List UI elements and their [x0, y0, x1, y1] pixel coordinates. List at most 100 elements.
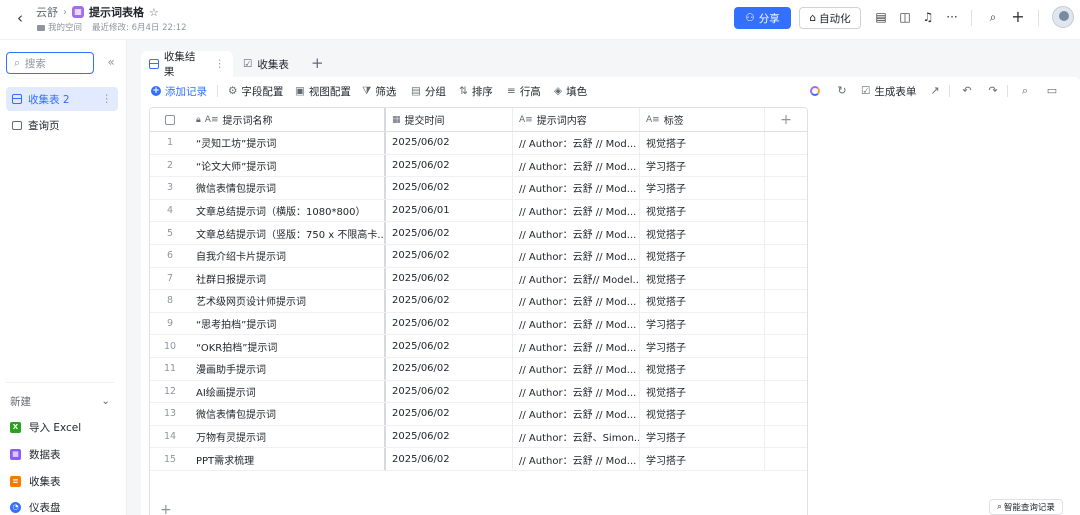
- automation-button[interactable]: ⌂ 自动化: [799, 7, 861, 29]
- import-excel-button[interactable]: X 导入 Excel: [10, 417, 110, 437]
- more-icon[interactable]: ···: [944, 9, 960, 25]
- new-form-button[interactable]: ≡ 收集表: [10, 471, 110, 491]
- fill-color-button[interactable]: ◈ 填色: [554, 83, 587, 99]
- avatar[interactable]: [1052, 6, 1074, 28]
- find-replace-icon[interactable]: ⌕: [1017, 83, 1033, 99]
- cell-date[interactable]: 2025/06/02: [386, 245, 513, 267]
- cell-tag[interactable]: 视觉搭子: [640, 358, 765, 380]
- table-row[interactable]: 9 “思考拍档”提示词 2025/06/02// Author：云舒 // Mod.…: [150, 312, 807, 336]
- plus-icon[interactable]: +: [1010, 9, 1026, 25]
- cell-content[interactable]: // Author：云舒 // Mod...: [513, 380, 640, 403]
- cell-date[interactable]: 2025/06/02: [386, 448, 513, 470]
- cell-date[interactable]: 2025/06/02: [386, 403, 513, 425]
- field-config-button[interactable]: ⚙ 字段配置: [228, 83, 283, 99]
- new-section-toggle[interactable]: 新建 ⌄: [10, 392, 110, 410]
- cell-content[interactable]: // Author：云舒 // Mod...: [513, 154, 640, 177]
- add-field-icon[interactable]: +: [765, 108, 807, 132]
- cell-tag[interactable]: 学习搭子: [640, 335, 765, 357]
- cell-name[interactable]: 社群日报提示词: [190, 267, 386, 290]
- column-header-tag[interactable]: A≡ 标签: [640, 108, 765, 131]
- cell-content[interactable]: // Author：云舒 // Mod...: [513, 132, 640, 154]
- share-view-icon[interactable]: ↗: [927, 83, 943, 99]
- cell-date[interactable]: 2025/06/02: [386, 380, 513, 403]
- table-row[interactable]: 12 AI绘画提示词 2025/06/02// Author：云舒 // Mod..…: [150, 380, 807, 404]
- add-view-icon[interactable]: +: [311, 55, 324, 71]
- cell-date[interactable]: 2025/06/02: [386, 312, 513, 335]
- comment-icon[interactable]: ▭: [1044, 83, 1060, 99]
- column-header-name[interactable]: 🔒︎ A≡ 提示词名称: [190, 108, 386, 131]
- table-row[interactable]: 2 “论文大师”提示词 2025/06/02// Author：云舒 // Mod.…: [150, 154, 807, 178]
- view-config-button[interactable]: ▣ 视图配置: [295, 83, 351, 99]
- cell-date[interactable]: 2025/06/02: [386, 267, 513, 290]
- table-row[interactable]: 15 PPT需求梳理 2025/06/02// Author：云舒 // Mod..…: [150, 448, 807, 471]
- column-header-date[interactable]: ▦ 提交时间: [386, 108, 513, 131]
- cell-tag[interactable]: 学习搭子: [640, 448, 765, 470]
- cell-date[interactable]: 2025/06/02: [386, 290, 513, 312]
- cell-tag[interactable]: 学习搭子: [640, 177, 765, 199]
- cell-name[interactable]: 漫画助手提示词: [190, 358, 386, 380]
- undo-icon[interactable]: ↶: [959, 83, 975, 99]
- cell-name[interactable]: 微信表情包提示词: [190, 403, 386, 425]
- tab-collect-form[interactable]: ☑ 收集表: [235, 51, 303, 77]
- refresh-query-icon[interactable]: ↻: [834, 83, 850, 99]
- cell-name[interactable]: “灵知工坊”提示词: [190, 132, 386, 154]
- cell-name[interactable]: PPT需求梳理: [190, 448, 386, 470]
- table-row[interactable]: 1 “灵知工坊”提示词 2025/06/02// Author：云舒 // Mod.…: [150, 132, 807, 155]
- plugin-icon[interactable]: ◫: [897, 9, 913, 25]
- cell-tag[interactable]: 视觉搭子: [640, 132, 765, 154]
- cell-tag[interactable]: 视觉搭子: [640, 290, 765, 312]
- table-row[interactable]: 6 自我介绍卡片提示词 2025/06/02// Author：云舒 // Mod.…: [150, 245, 807, 268]
- cell-content[interactable]: // Author：云舒 // Mod...: [513, 312, 640, 335]
- cell-content[interactable]: // Author：云舒、Simon...: [513, 425, 640, 448]
- cell-tag[interactable]: 学习搭子: [640, 312, 765, 335]
- back-arrow-icon[interactable]: ‹: [12, 10, 28, 26]
- cell-content[interactable]: // Author：云舒 // Mod...: [513, 335, 640, 357]
- document-title[interactable]: 提示词表格: [89, 4, 144, 20]
- redo-icon[interactable]: ↷: [985, 83, 1001, 99]
- cell-tag[interactable]: 视觉搭子: [640, 403, 765, 425]
- cell-name[interactable]: 微信表情包提示词: [190, 177, 386, 199]
- cell-name[interactable]: “思考拍档”提示词: [190, 312, 386, 335]
- search-input[interactable]: ⌕ 搜索: [6, 52, 94, 74]
- cell-content[interactable]: // Author：云舒 // Mod...: [513, 177, 640, 199]
- row-height-button[interactable]: ≡ 行高: [507, 83, 541, 99]
- cell-date[interactable]: 2025/06/02: [386, 222, 513, 244]
- space-location[interactable]: 我的空间: [37, 21, 82, 33]
- cell-tag[interactable]: 学习搭子: [640, 425, 765, 448]
- new-dashboard-button[interactable]: ◔ 仪表盘: [10, 497, 110, 515]
- select-all-checkbox[interactable]: [150, 108, 190, 131]
- cell-date[interactable]: 2025/06/02: [386, 425, 513, 448]
- cell-content[interactable]: // Author：云舒// Model...: [513, 267, 640, 290]
- cell-name[interactable]: 艺术级网页设计师提示词: [190, 290, 386, 312]
- sort-button[interactable]: ⇅ 排序: [459, 83, 493, 99]
- checkbox[interactable]: [165, 114, 175, 125]
- filter-button[interactable]: ⧩ 筛选: [362, 83, 396, 99]
- search-icon[interactable]: ⌕: [985, 9, 1001, 25]
- add-record-button[interactable]: + 添加记录: [151, 83, 207, 99]
- cell-name[interactable]: 文章总结提示词（竖版：750 x 不限高卡...: [190, 222, 386, 244]
- cell-content[interactable]: // Author：云舒 // Mod...: [513, 199, 640, 222]
- add-row-icon[interactable]: +: [160, 502, 172, 515]
- cell-name[interactable]: “OKR拍档”提示词: [190, 335, 386, 357]
- cell-date[interactable]: 2025/06/01: [386, 199, 513, 222]
- cell-content[interactable]: // Author：云舒 // Mod...: [513, 290, 640, 312]
- cell-name[interactable]: “论文大师”提示词: [190, 154, 386, 177]
- star-icon[interactable]: ☆: [149, 6, 159, 19]
- generate-form-button[interactable]: ☑ 生成表单: [861, 83, 916, 99]
- breadcrumb-parent[interactable]: 云舒: [36, 4, 58, 20]
- table-row[interactable]: 14 万物有灵提示词 2025/06/02// Author：云舒、Simon...…: [150, 425, 807, 449]
- table-row[interactable]: 11 漫画助手提示词 2025/06/02// Author：云舒 // Mod..…: [150, 358, 807, 381]
- cell-name[interactable]: AI绘画提示词: [190, 380, 386, 403]
- table-row[interactable]: 8 艺术级网页设计师提示词 2025/06/02// Author：云舒 // Mo…: [150, 290, 807, 313]
- cell-tag[interactable]: 视觉搭子: [640, 267, 765, 290]
- table-row[interactable]: 13 微信表情包提示词 2025/06/02// Author：云舒 // Mod.…: [150, 403, 807, 426]
- cell-date[interactable]: 2025/06/02: [386, 335, 513, 357]
- cell-tag[interactable]: 视觉搭子: [640, 245, 765, 267]
- more-vertical-icon[interactable]: ⋮: [102, 93, 113, 105]
- group-button[interactable]: ▤ 分组: [411, 83, 446, 99]
- template-icon[interactable]: ▤: [873, 9, 889, 25]
- column-header-content[interactable]: A≡ 提示词内容: [513, 108, 640, 131]
- cell-date[interactable]: 2025/06/02: [386, 177, 513, 199]
- collapse-sidebar-icon[interactable]: «: [104, 55, 118, 69]
- cell-content[interactable]: // Author：云舒 // Mod...: [513, 448, 640, 470]
